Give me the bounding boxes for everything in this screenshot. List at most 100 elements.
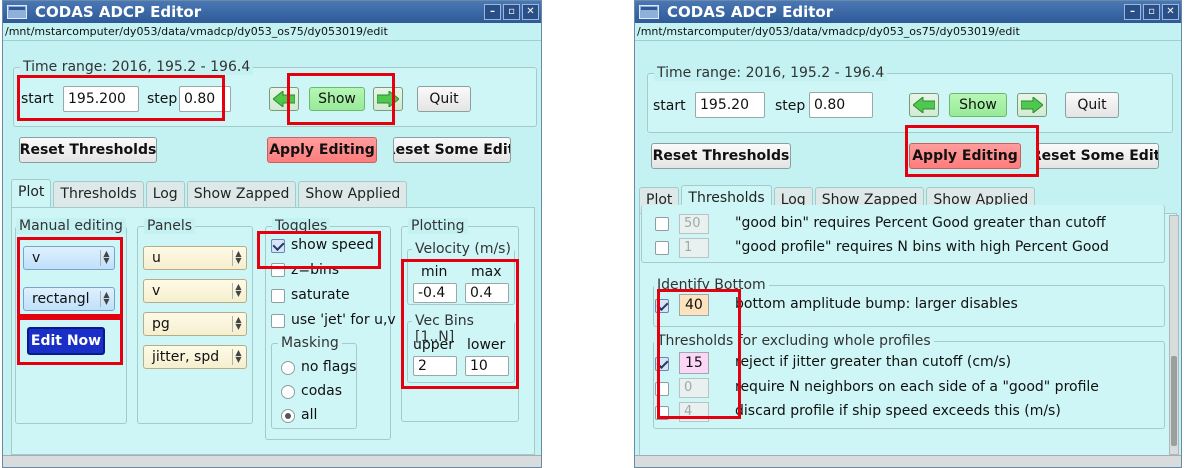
- good-profile-checkbox[interactable]: [655, 241, 669, 255]
- neighbors-checkbox[interactable]: [655, 382, 669, 396]
- good-profile-label: "good profile" requires N bins with high…: [735, 239, 1109, 255]
- max-label: max: [471, 264, 502, 280]
- panel-1-value: u: [152, 250, 161, 266]
- right-arrow-icon: [377, 91, 399, 107]
- neighbors-input[interactable]: 0: [679, 378, 709, 398]
- minimize-icon[interactable]: –: [1124, 4, 1141, 20]
- close-icon[interactable]: ✕: [1162, 4, 1179, 20]
- panel-3-value: pg: [152, 316, 170, 332]
- show-speed-label: show speed: [291, 237, 374, 253]
- panel-4-select[interactable]: jitter, spd ▲ ▼: [143, 345, 247, 369]
- tab-show-applied[interactable]: Show Applied: [298, 181, 408, 207]
- title-bar: CODAS ADCP Editor – ▫ ✕: [635, 1, 1181, 23]
- panel-1-select[interactable]: u ▲ ▼: [143, 246, 247, 270]
- vertical-scrollbar[interactable]: [1169, 215, 1179, 455]
- left-editor-window: CODAS ADCP Editor – ▫ ✕ /mnt/mstarcomput…: [2, 0, 542, 468]
- use-jet-checkbox[interactable]: [271, 314, 285, 328]
- manual-editing-title: Manual editing: [16, 218, 126, 234]
- no-flags-radio[interactable]: [281, 361, 295, 375]
- start-label: start: [21, 91, 54, 107]
- bottom-checkbox[interactable]: [655, 299, 669, 313]
- apply-editing-button[interactable]: Apply Editing: [267, 137, 377, 163]
- z-bins-label: z=bins: [291, 262, 340, 278]
- step-label: step: [775, 98, 806, 114]
- tab-thresholds[interactable]: Thresholds: [53, 181, 144, 207]
- show-speed-checkbox[interactable]: [271, 239, 285, 253]
- right-editor-window: CODAS ADCP Editor – ▫ ✕ /mnt/mstarcomput…: [634, 0, 1182, 468]
- apply-editing-button[interactable]: Apply Editing: [909, 143, 1021, 169]
- edit-mode-select[interactable]: rectangl ▲ ▼: [23, 287, 115, 311]
- panel-2-select[interactable]: v ▲ ▼: [143, 279, 247, 303]
- tab-plot[interactable]: Plot: [11, 179, 52, 207]
- jitter-checkbox[interactable]: [655, 357, 669, 371]
- good-bin-checkbox[interactable]: [655, 217, 669, 231]
- left-arrow-icon: [913, 97, 935, 113]
- spin-arrows-icon: ▲ ▼: [100, 291, 110, 307]
- start-input[interactable]: 195.200: [63, 86, 139, 112]
- reset-thresholds-button[interactable]: Reset Thresholds: [19, 137, 157, 163]
- all-label: all: [301, 407, 318, 423]
- toggles-title: Toggles: [272, 218, 331, 234]
- reset-some-edits-button[interactable]: Reset Some Editi: [1037, 143, 1159, 169]
- close-icon[interactable]: ✕: [522, 4, 539, 20]
- use-jet-label: use 'jet' for u,v: [291, 312, 396, 328]
- scrollbar-thumb[interactable]: [1171, 356, 1177, 446]
- title-bar: CODAS ADCP Editor – ▫ ✕: [3, 1, 541, 23]
- back-arrow-button[interactable]: [909, 93, 939, 117]
- good-bin-label: "good bin" requires Percent Good greater…: [735, 215, 1106, 231]
- velocity-max-input[interactable]: 0.4: [465, 283, 509, 303]
- path-label: /mnt/mstarcomputer/dy053/data/vmadcp/dy0…: [635, 23, 1181, 41]
- z-bins-checkbox[interactable]: [271, 263, 285, 277]
- quit-button[interactable]: Quit: [1065, 92, 1119, 118]
- right-arrow-icon: [1021, 97, 1043, 113]
- identify-bottom-title: Identify Bottom: [654, 277, 769, 293]
- status-bar: [3, 455, 541, 467]
- velocity-min-input[interactable]: -0.4: [413, 283, 457, 303]
- ship-speed-checkbox[interactable]: [655, 406, 669, 420]
- maximize-icon[interactable]: ▫: [1143, 4, 1160, 20]
- start-input[interactable]: 195.20: [695, 92, 765, 118]
- left-arrow-icon: [273, 91, 295, 107]
- spin-arrows-icon: ▲ ▼: [232, 349, 242, 365]
- bottom-amplitude-input[interactable]: 40: [679, 294, 709, 316]
- tab-log[interactable]: Log: [145, 181, 185, 207]
- forward-arrow-button[interactable]: [373, 87, 403, 111]
- maximize-icon[interactable]: ▫: [503, 4, 520, 20]
- show-button[interactable]: Show: [949, 93, 1007, 117]
- reset-some-edits-button[interactable]: Reset Some Editi: [393, 137, 511, 163]
- all-radio[interactable]: [281, 409, 295, 423]
- lower-bin-input[interactable]: 10: [465, 356, 509, 376]
- upper-bin-input[interactable]: 2: [413, 356, 457, 376]
- jitter-input[interactable]: 15: [679, 352, 709, 374]
- ship-speed-label: discard profile if ship speed exceeds th…: [735, 403, 1061, 419]
- quit-button[interactable]: Quit: [417, 86, 471, 112]
- masking-title: Masking: [278, 335, 342, 351]
- step-input[interactable]: 0.80: [809, 92, 873, 118]
- window-title: CODAS ADCP Editor: [35, 3, 202, 21]
- app-window-icon: [639, 5, 659, 19]
- start-label: start: [653, 98, 686, 114]
- forward-arrow-button[interactable]: [1017, 93, 1047, 117]
- no-flags-label: no flags: [301, 359, 357, 375]
- path-label: /mnt/mstarcomputer/dy053/data/vmadcp/dy0…: [3, 23, 541, 41]
- panels-title: Panels: [144, 218, 196, 234]
- show-button[interactable]: Show: [309, 87, 365, 111]
- spin-arrows-icon: ▲ ▼: [100, 250, 110, 266]
- reset-thresholds-button[interactable]: Reset Thresholds: [651, 143, 791, 169]
- panel-3-select[interactable]: pg ▲ ▼: [143, 312, 247, 336]
- tab-show-zapped[interactable]: Show Zapped: [186, 181, 297, 207]
- minimize-icon[interactable]: –: [484, 4, 501, 20]
- velocity-title: Velocity (m/s): [412, 241, 514, 257]
- saturate-checkbox[interactable]: [271, 289, 285, 303]
- codas-radio[interactable]: [281, 385, 295, 399]
- status-bar: [635, 455, 1181, 467]
- good-bin-input[interactable]: 50: [679, 214, 709, 234]
- step-input[interactable]: 0.80: [179, 86, 231, 112]
- ship-speed-input[interactable]: 4: [679, 402, 709, 422]
- good-profile-input[interactable]: 1: [679, 238, 709, 258]
- edit-now-button[interactable]: Edit Now: [27, 327, 105, 355]
- back-arrow-button[interactable]: [269, 87, 299, 111]
- app-window-icon: [7, 5, 27, 19]
- jitter-label: reject if jitter greater than cutoff (cm…: [735, 354, 1012, 370]
- edit-variable-select[interactable]: v ▲ ▼: [23, 246, 115, 270]
